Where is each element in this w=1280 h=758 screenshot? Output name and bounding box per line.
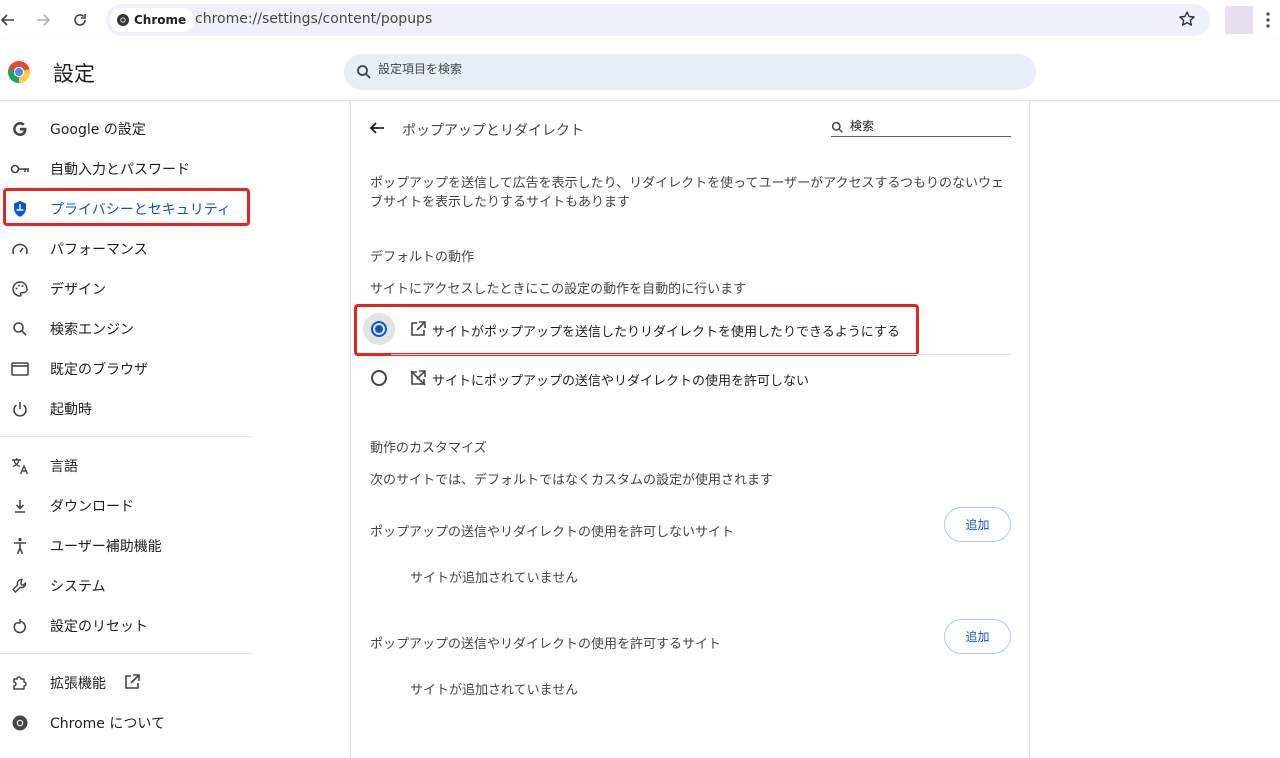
customize-sub: 次のサイトでは、デフォルトではなくカスタムの設定が使用されます (370, 473, 774, 488)
page-title: 設定 (53, 62, 95, 86)
radio-label: サイトにポップアップの送信やリダイレクトの使用を許可しない (432, 374, 810, 389)
subpage-search[interactable] (831, 119, 1011, 137)
sidebar-item-label: ダウンロード (50, 499, 134, 515)
sidebar-item-label: Google の設定 (50, 122, 146, 138)
add-blocked-site-button[interactable]: 追加 (944, 507, 1011, 542)
sidebar-item-label: 起動時 (50, 402, 92, 418)
key-icon (10, 159, 30, 179)
search-icon (831, 121, 843, 133)
browser-window-icon (10, 359, 30, 379)
sidebar-item-search-engine[interactable]: 検索エンジン (0, 308, 252, 348)
back-arrow-icon (369, 122, 384, 134)
sidebar-divider (0, 653, 252, 654)
search-icon (357, 65, 371, 79)
settings-header: 設定 (0, 40, 1280, 101)
reset-icon (10, 616, 30, 636)
sidebar-item-default-browser[interactable]: 既定のブラウザ (0, 348, 252, 388)
sidebar-item-label: デザイン (50, 282, 106, 298)
highlight-box (3, 188, 250, 226)
option-divider (391, 354, 1011, 355)
sidebar-divider (0, 436, 252, 437)
highlight-box (354, 304, 919, 356)
palette-icon (10, 279, 30, 299)
radio-option-block[interactable]: サイトにポップアップの送信やリダイレクトの使用を許可しない (361, 356, 1011, 402)
default-behavior-sub: サイトにアクセスしたときにこの設定の動作を自動的に行います (370, 282, 747, 297)
sidebar-item-system[interactable]: システム (0, 565, 252, 605)
sidebar-item-autofill[interactable]: 自動入力とパスワード (0, 148, 252, 188)
speedometer-icon (10, 239, 30, 259)
sidebar-item-accessibility[interactable]: ユーザー補助機能 (0, 525, 252, 565)
forward-arrow-icon (37, 14, 51, 26)
browser-toolbar: Chrome chrome://settings/content/popups (0, 0, 1280, 40)
settings-search[interactable] (344, 54, 1036, 90)
address-bar[interactable]: Chrome chrome://settings/content/popups (106, 4, 1210, 36)
customize-heading: 動作のカスタマイズ (370, 441, 487, 456)
download-icon (10, 496, 30, 516)
back-button[interactable] (368, 119, 386, 141)
chip-label: Chrome (134, 13, 187, 27)
sidebar-item-label: 既定のブラウザ (50, 362, 148, 378)
allow-list-empty: サイトが追加されていません (410, 683, 579, 698)
chrome-icon (117, 14, 129, 26)
reload-button[interactable] (68, 8, 92, 32)
url-text: chrome://settings/content/popups (195, 11, 433, 27)
sidebar-item-about[interactable]: Chrome について (0, 702, 252, 742)
sidebar-item-label: 言語 (50, 459, 78, 475)
sidebar-item-label: ユーザー補助機能 (50, 539, 162, 555)
search-input[interactable] (378, 62, 978, 76)
search-icon (10, 319, 30, 339)
block-list-empty: サイトが追加されていません (410, 571, 579, 586)
radio-button[interactable] (371, 370, 387, 386)
star-icon (1179, 11, 1195, 26)
external-link-icon (123, 673, 141, 695)
sidebar-item-label: パフォーマンス (50, 242, 148, 258)
sidebar-item-google[interactable]: Google の設定 (0, 108, 252, 148)
back-arrow-icon (0, 14, 14, 26)
google-g-icon (10, 119, 30, 139)
subpage-title: ポップアップとリダイレクト (402, 123, 584, 139)
chrome-icon (10, 713, 30, 733)
allow-list-label: ポップアップの送信やリダイレクトの使用を許可するサイト (370, 637, 722, 652)
sidebar-item-extensions[interactable]: 拡張機能 (0, 662, 252, 702)
sidebar-item-reset[interactable]: 設定のリセット (0, 605, 252, 645)
menu-button[interactable] (1266, 10, 1270, 30)
block-list-label: ポップアップの送信やリダイレクトの使用を許可しないサイト (370, 525, 735, 540)
sidebar-item-downloads[interactable]: ダウンロード (0, 485, 252, 525)
reload-icon (74, 14, 86, 26)
content-card: ポップアップとリダイレクト ポップアップを送信して広告を表示したり、リダイレクト… (350, 101, 1030, 758)
sidebar-item-label: 拡張機能 (50, 676, 106, 692)
accessibility-icon (10, 536, 30, 556)
wrench-icon (10, 576, 30, 596)
subpage-search-input[interactable] (850, 119, 1000, 133)
sidebar-item-on-startup[interactable]: 起動時 (0, 388, 252, 428)
chrome-chip[interactable]: Chrome (110, 8, 195, 32)
translate-icon (10, 456, 30, 476)
power-icon (10, 399, 30, 419)
forward-button[interactable] (31, 8, 55, 32)
description-text: ポップアップを送信して広告を表示したり、リダイレクトを使ってユーザーがアクセスす… (370, 176, 1005, 210)
sidebar-item-label: 検索エンジン (50, 322, 134, 338)
back-button[interactable] (0, 8, 20, 32)
sidebar-item-label: システム (50, 579, 106, 595)
puzzle-icon (10, 673, 30, 693)
bookmark-star-button[interactable] (1178, 10, 1196, 32)
sidebar-item-appearance[interactable]: デザイン (0, 268, 252, 308)
popup-blocked-icon (410, 370, 426, 386)
chrome-logo-icon (8, 61, 30, 83)
profile-avatar[interactable] (1225, 6, 1253, 34)
default-behavior-heading: デフォルトの動作 (370, 250, 475, 265)
kebab-menu-icon (1266, 12, 1270, 28)
sidebar-item-performance[interactable]: パフォーマンス (0, 228, 252, 268)
sidebar-item-label: 設定のリセット (50, 619, 148, 635)
sidebar-item-languages[interactable]: 言語 (0, 445, 252, 485)
sidebar-item-label: 自動入力とパスワード (50, 162, 190, 178)
add-allowed-site-button[interactable]: 追加 (944, 619, 1011, 654)
sidebar-item-label: Chrome について (50, 716, 165, 732)
